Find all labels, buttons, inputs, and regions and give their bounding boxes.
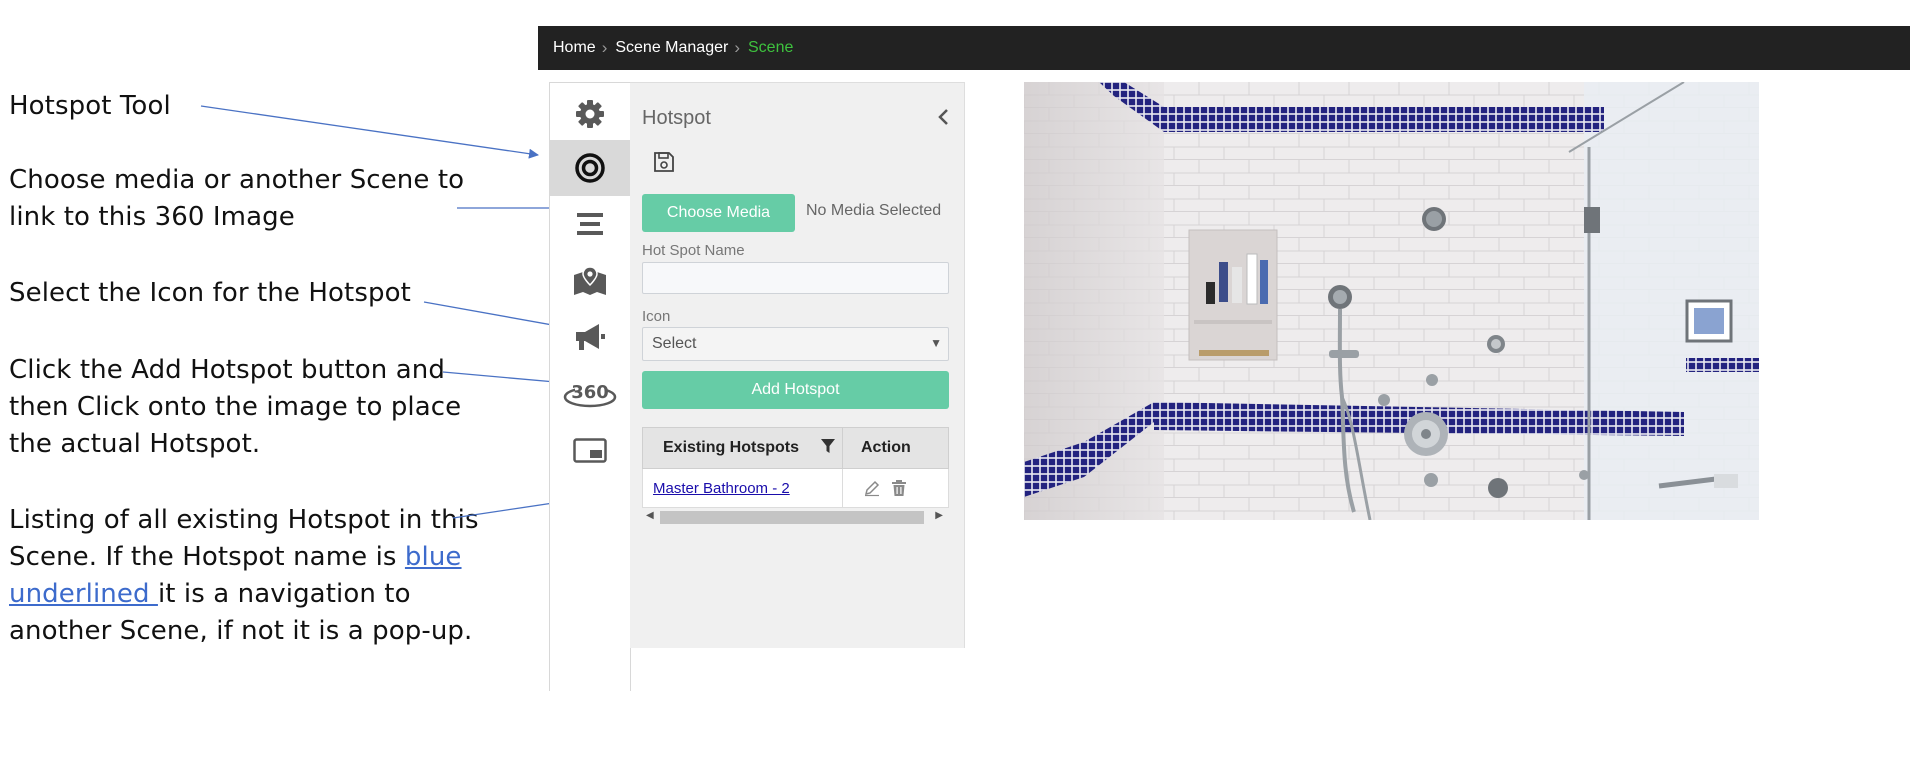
breadcrumb-scene: Scene [748, 39, 794, 56]
hotspot-name-cell: Master Bathroom - 2 [643, 469, 843, 507]
icon-select-value: Select [652, 335, 697, 352]
tool-sidebar: 360 [549, 82, 631, 691]
picture-in-picture-tool-button[interactable] [550, 423, 630, 479]
table-header: Existing Hotspots Action [642, 427, 949, 469]
hotspot-tool-button[interactable] [550, 140, 630, 196]
scroll-left-icon[interactable]: ◀ [646, 510, 654, 521]
horizontal-scrollbar[interactable]: ◀ ▶ [642, 508, 949, 526]
360-tool-button[interactable]: 360 [550, 366, 630, 422]
target-icon [575, 153, 605, 183]
svg-text:360: 360 [571, 382, 609, 403]
chevron-right-icon: › [601, 38, 608, 57]
list-tool-button[interactable] [550, 196, 630, 252]
scrollbar-thumb[interactable] [660, 511, 924, 524]
hotspot-link[interactable]: Master Bathroom - 2 [653, 480, 790, 497]
save-icon[interactable] [653, 151, 675, 173]
picture-in-picture-icon [573, 438, 607, 463]
existing-hotspots-table: Existing Hotspots Action Master Bathroom… [642, 427, 949, 526]
list-icon [577, 213, 603, 235]
360-icon: 360 [563, 380, 617, 408]
map-icon [574, 266, 606, 295]
hotspot-name-label: Hot Spot Name [642, 242, 745, 259]
arrow-hotspot-tool [200, 105, 539, 159]
hotspot-panel: Hotspot Choose Media No Media Selected H… [630, 82, 965, 648]
breadcrumb: Home › Scene Manager › Scene [538, 26, 1910, 70]
scene-360-image[interactable] [1024, 82, 1759, 520]
breadcrumb-home[interactable]: Home [553, 39, 596, 57]
action-cell [843, 469, 948, 507]
announcement-tool-button[interactable] [550, 309, 630, 365]
map-tool-button[interactable] [550, 253, 630, 309]
choose-media-button[interactable]: Choose Media [642, 194, 795, 232]
add-hotspot-button[interactable]: Add Hotspot [642, 371, 949, 409]
settings-tool-button[interactable] [550, 86, 630, 142]
icon-select[interactable]: Select ▼ [642, 327, 949, 361]
column-header-label: Action [861, 439, 911, 456]
breadcrumb-scene-manager[interactable]: Scene Manager [615, 39, 728, 57]
hotspot-name-input[interactable] [642, 262, 949, 294]
column-header-action: Action [843, 428, 948, 468]
scroll-right-icon[interactable]: ▶ [935, 510, 943, 521]
edit-icon[interactable] [863, 479, 881, 497]
caret-down-icon: ▼ [930, 336, 942, 350]
table-row: Master Bathroom - 2 [642, 469, 949, 508]
panel-title: Hotspot [642, 107, 711, 129]
filter-icon[interactable] [820, 438, 836, 454]
media-status: No Media Selected [806, 202, 942, 219]
trash-icon[interactable] [891, 479, 907, 497]
icon-label: Icon [642, 308, 671, 325]
megaphone-icon [576, 324, 605, 350]
column-header-hotspots[interactable]: Existing Hotspots [643, 428, 843, 468]
chevron-left-icon[interactable] [934, 107, 954, 127]
column-header-label: Existing Hotspots [663, 439, 800, 456]
gear-icon [576, 100, 604, 128]
chevron-right-icon: › [734, 38, 740, 57]
